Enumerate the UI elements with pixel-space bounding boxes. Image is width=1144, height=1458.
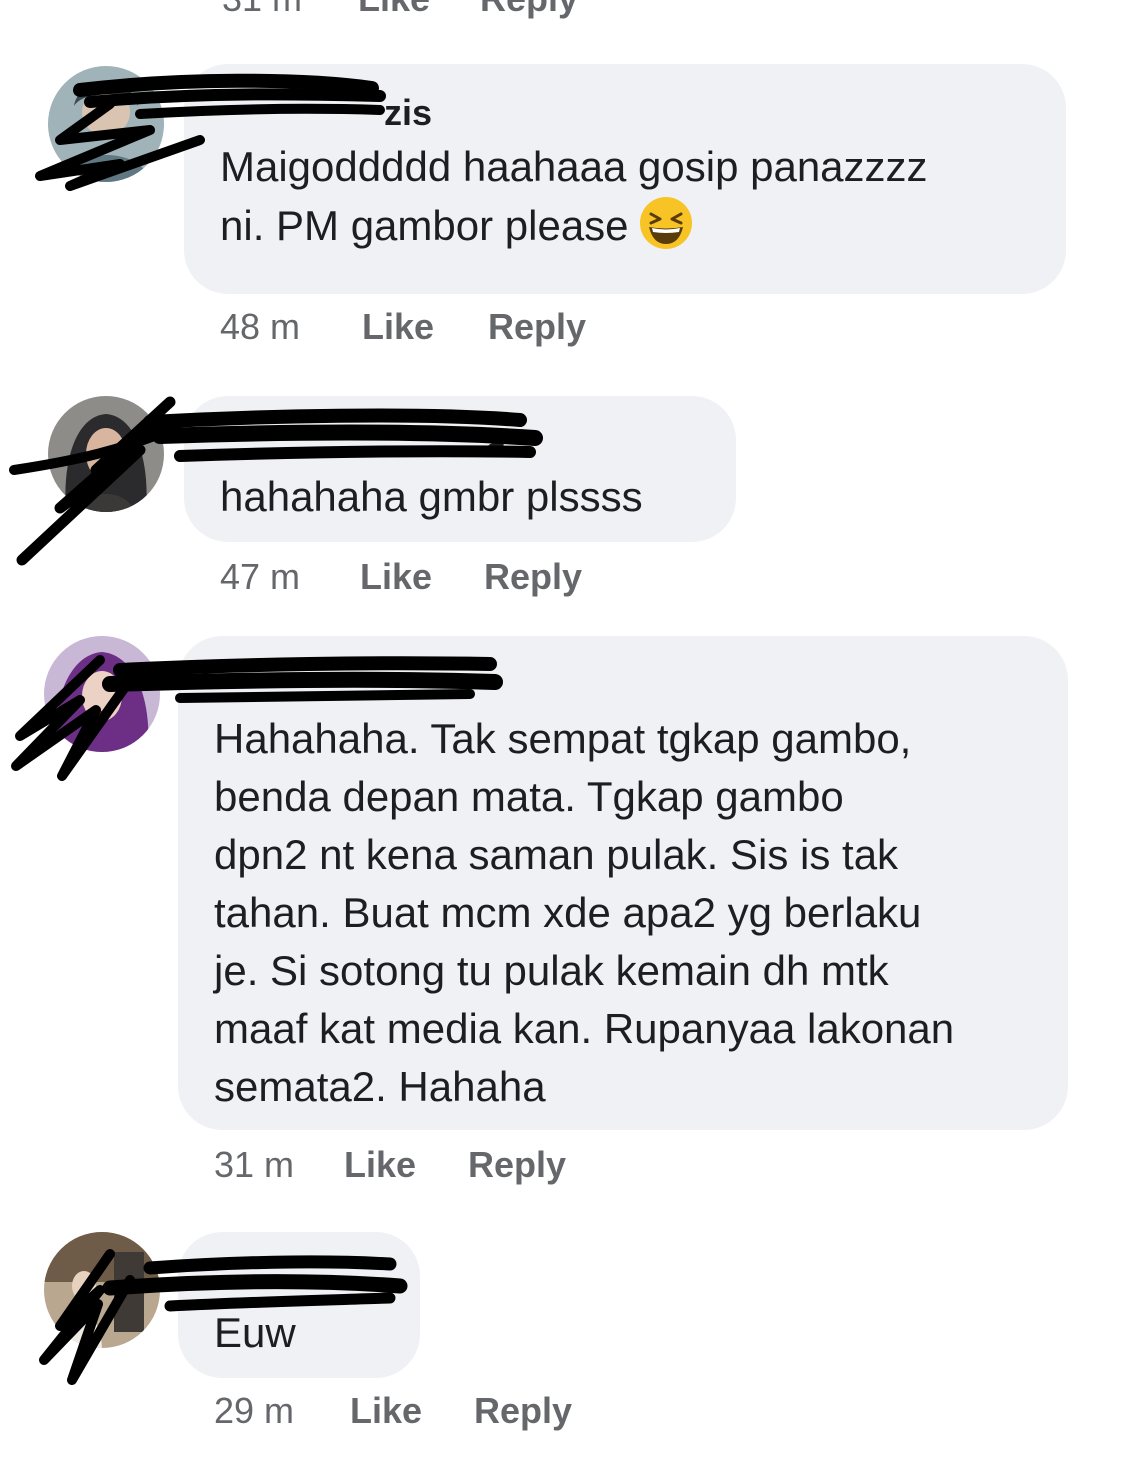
- comment-line: ni. PM gambor please: [220, 196, 928, 255]
- reply-button[interactable]: Reply: [474, 1390, 572, 1432]
- like-button[interactable]: Like: [350, 1390, 422, 1432]
- comment-line: semata2. Hahaha: [214, 1063, 546, 1110]
- reply-button[interactable]: Reply: [488, 306, 586, 348]
- previous-comment-actions: 31 m Like Reply: [0, 0, 700, 20]
- comment-line: maaf kat media kan. Rupanyaa lakonan: [214, 1005, 955, 1052]
- comment-line: hahahaha gmbr plssss: [220, 473, 643, 520]
- comment-text: Euw: [214, 1304, 296, 1362]
- reply-button[interactable]: Reply: [480, 0, 578, 20]
- comment-time: 31 m: [214, 1144, 295, 1185]
- avatar-photo: [44, 636, 160, 752]
- comment-time: 47 m: [220, 556, 301, 597]
- comment-line: benda depan mata. Tgkap gambo: [214, 773, 844, 820]
- reply-button[interactable]: Reply: [468, 1144, 566, 1186]
- like-button[interactable]: Like: [362, 306, 434, 348]
- grinning-squinting-face-emoji: [639, 197, 692, 249]
- comment-time: 29 m: [214, 1390, 295, 1431]
- comment-author[interactable]: zis: [384, 92, 432, 134]
- avatar[interactable]: [48, 66, 164, 182]
- comment-line: je. Si sotong tu pulak kemain dh mtk: [214, 947, 889, 994]
- avatar[interactable]: [44, 1232, 160, 1348]
- comment-line: dpn2 nt kena saman pulak. Sis is tak: [214, 831, 899, 878]
- comment-text: Hahahaha. Tak sempat tgkap gambo, benda …: [214, 710, 954, 1116]
- comment-line: Maigoddddd haahaaa gosip panazzzz: [220, 143, 928, 190]
- like-button[interactable]: Like: [358, 0, 430, 20]
- avatar-photo: [48, 396, 164, 512]
- avatar-photo: [48, 66, 164, 182]
- comment-line: Hahahaha. Tak sempat tgkap gambo,: [214, 715, 912, 762]
- comment-line: tahan. Buat mcm xde apa2 yg berlaku: [214, 889, 922, 936]
- comment-time: 48 m: [220, 306, 301, 347]
- comment-author[interactable]: a: [486, 422, 506, 464]
- like-button[interactable]: Like: [360, 556, 432, 598]
- comment-text: Maigoddddd haahaaa gosip panazzzz ni. PM…: [220, 138, 928, 255]
- reply-button[interactable]: Reply: [484, 556, 582, 598]
- comment-line: Euw: [214, 1309, 296, 1356]
- like-button[interactable]: Like: [344, 1144, 416, 1186]
- avatar[interactable]: [48, 396, 164, 512]
- avatar[interactable]: [44, 636, 160, 752]
- avatar-photo: [44, 1232, 160, 1348]
- comment-text: hahahaha gmbr plssss: [220, 468, 643, 526]
- comment-time: 31 m: [222, 0, 302, 20]
